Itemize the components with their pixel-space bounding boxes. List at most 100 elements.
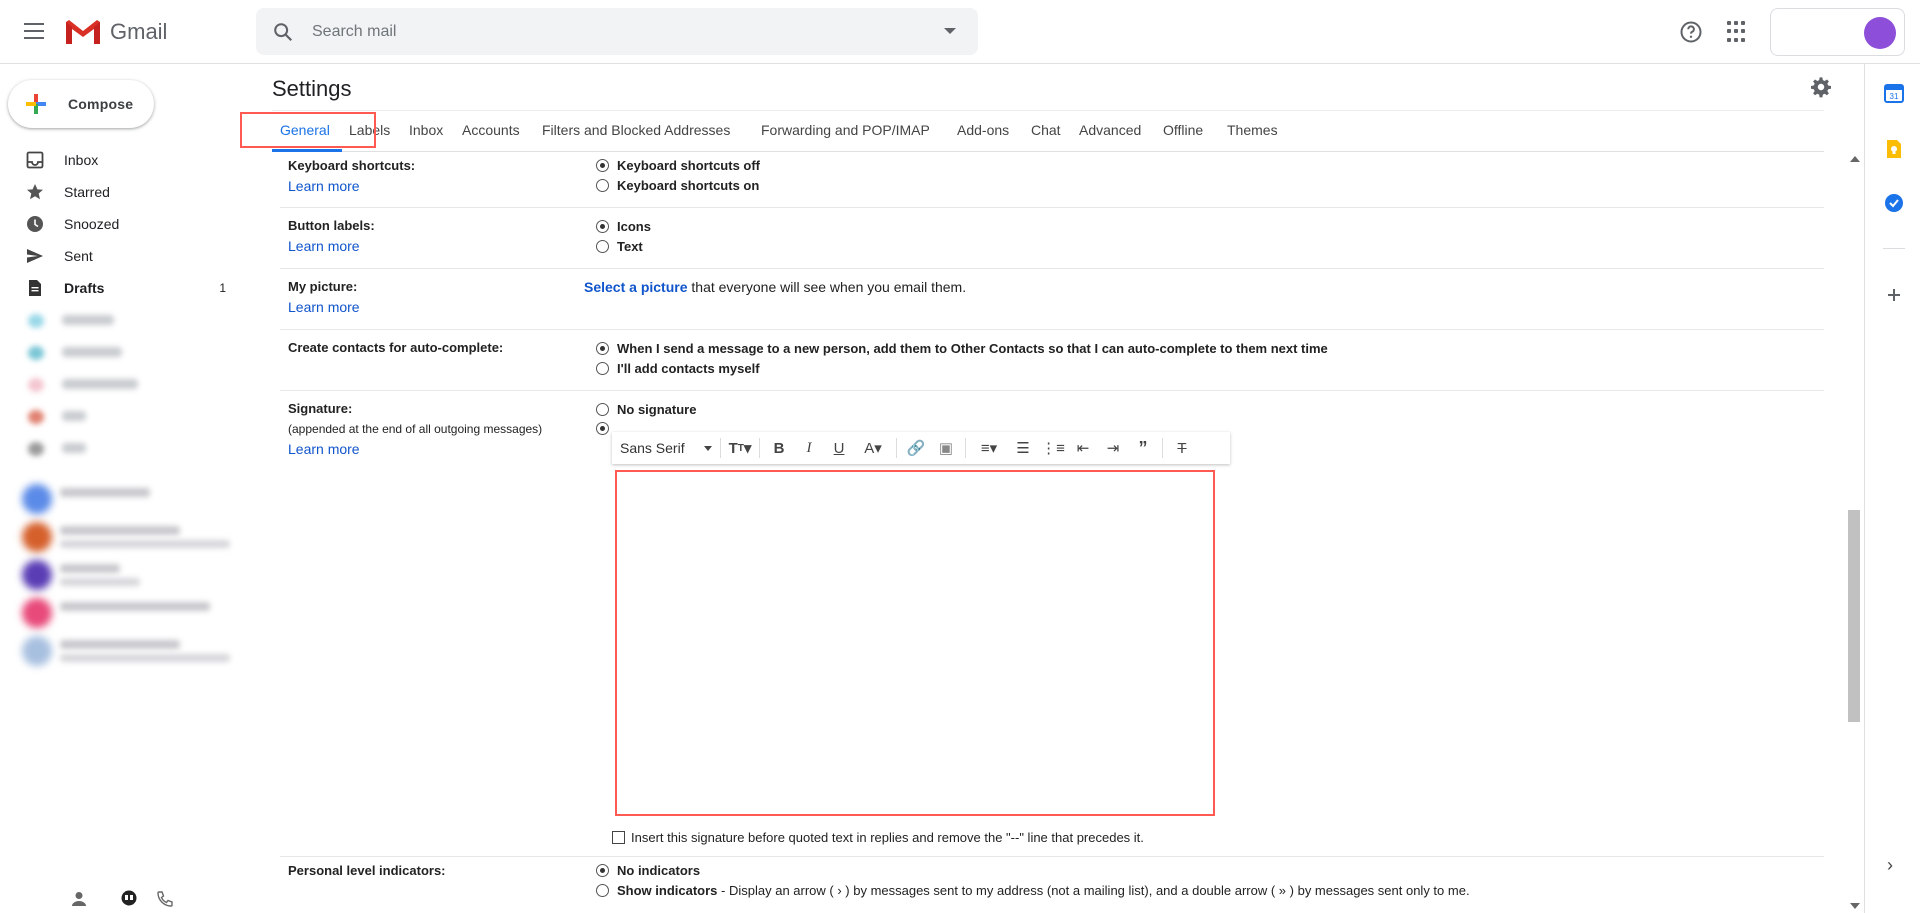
underline-icon[interactable]: U [824, 434, 854, 462]
radio-selected[interactable] [596, 864, 609, 877]
no-indicators-radio[interactable]: No indicators [596, 863, 700, 878]
radio-unselected[interactable] [596, 362, 609, 375]
tab-highlight-box [240, 112, 376, 148]
person-icon[interactable] [70, 890, 88, 908]
sidebar-item-inbox[interactable]: Inbox [0, 144, 240, 176]
radio-unselected[interactable] [596, 240, 609, 253]
help-icon[interactable] [1679, 20, 1703, 44]
hangouts-icon[interactable] [120, 890, 138, 908]
scroll-down-arrow[interactable] [1850, 903, 1860, 909]
contacts-auto-radio[interactable]: When I send a message to a new person, a… [596, 341, 1328, 356]
insert-signature-option[interactable]: Insert this signature before quoted text… [612, 830, 1144, 845]
blurred-label-item[interactable] [0, 336, 240, 368]
numbered-list-icon[interactable]: ☰ [1008, 434, 1038, 462]
search-icon[interactable] [272, 21, 294, 43]
bulleted-list-icon[interactable]: ⋮≡ [1038, 434, 1068, 462]
chat-contact[interactable] [0, 594, 240, 632]
learn-more-link[interactable]: Learn more [288, 441, 360, 457]
text-size-icon[interactable]: T T ▾ [725, 434, 755, 462]
text-color-icon[interactable]: A▾ [854, 434, 892, 462]
signature-editor[interactable] [615, 470, 1215, 816]
bold-icon[interactable]: B [764, 434, 794, 462]
tab-accounts[interactable]: Accounts [462, 122, 520, 138]
radio-selected[interactable] [596, 159, 609, 172]
top-header: Gmail [0, 0, 1920, 64]
button-labels-text-radio[interactable]: Text [596, 239, 643, 254]
tab-addons[interactable]: Add-ons [957, 122, 1009, 138]
radio-unselected[interactable] [596, 179, 609, 192]
show-indicators-radio[interactable]: Show indicators - Display an arrow ( › )… [596, 883, 1470, 898]
gmail-logo[interactable]: Gmail [64, 15, 167, 49]
indent-less-icon[interactable]: ⇤ [1068, 434, 1098, 462]
compose-button[interactable]: Compose [8, 80, 154, 128]
scroll-up-arrow[interactable] [1850, 156, 1860, 162]
button-labels-icons-radio[interactable]: Icons [596, 219, 651, 234]
keyboard-shortcuts-off-radio[interactable]: Keyboard shortcuts off [596, 158, 760, 173]
radio-selected[interactable] [596, 422, 609, 435]
quote-icon[interactable]: ” [1128, 434, 1158, 462]
radio-unselected[interactable] [596, 884, 609, 897]
phone-icon[interactable] [156, 890, 174, 908]
chat-contact[interactable] [0, 556, 240, 594]
app-name: Gmail [110, 19, 168, 44]
search-input[interactable] [312, 20, 872, 44]
contacts-manual-radio[interactable]: I'll add contacts myself [596, 361, 760, 376]
scroll-thumb[interactable] [1848, 510, 1860, 722]
sidebar-item-drafts[interactable]: Drafts 1 [0, 272, 240, 304]
tab-offline[interactable]: Offline [1163, 122, 1203, 138]
learn-more-link[interactable]: Learn more [288, 299, 360, 315]
tab-chat[interactable]: Chat [1031, 122, 1061, 138]
gear-icon[interactable] [1810, 76, 1832, 98]
inbox-icon [26, 151, 44, 169]
google-apps-icon[interactable] [1727, 21, 1749, 43]
insert-signature-checkbox[interactable] [612, 831, 625, 844]
chat-contact[interactable] [0, 632, 240, 670]
link-icon[interactable]: 🔗 [901, 434, 931, 462]
no-signature-radio[interactable]: No signature [596, 402, 696, 417]
tab-inbox[interactable]: Inbox [409, 122, 443, 138]
settings-scrollbar[interactable] [1846, 152, 1862, 913]
font-family-dropdown[interactable]: Sans Serif [620, 440, 716, 456]
settings-tabs: General Labels Inbox Accounts Filters an… [272, 110, 1824, 152]
learn-more-link[interactable]: Learn more [288, 178, 360, 194]
calendar-icon[interactable]: 31 [1884, 83, 1904, 103]
add-addon-icon[interactable] [1884, 285, 1904, 305]
italic-icon[interactable]: I [794, 434, 824, 462]
indent-more-icon[interactable]: ⇥ [1098, 434, 1128, 462]
setting-keyboard-shortcuts: Keyboard shortcuts: Learn more Keyboard … [280, 152, 1824, 208]
sidebar-item-snoozed[interactable]: Snoozed [0, 208, 240, 240]
account-switcher[interactable] [1770, 8, 1905, 56]
learn-more-link[interactable]: Learn more [288, 238, 360, 254]
tab-forwarding[interactable]: Forwarding and POP/IMAP [761, 122, 930, 138]
sidebar-item-sent[interactable]: Sent [0, 240, 240, 272]
search-options-icon[interactable] [944, 28, 956, 34]
avatar[interactable] [1864, 17, 1896, 49]
tab-filters[interactable]: Filters and Blocked Addresses [542, 122, 730, 138]
main-menu-icon[interactable] [20, 18, 50, 46]
blurred-label-item[interactable] [0, 400, 240, 432]
chat-contact[interactable] [0, 518, 240, 556]
toolbar-divider [1162, 438, 1163, 458]
image-icon[interactable]: ▣ [931, 434, 961, 462]
tasks-icon[interactable] [1884, 193, 1904, 213]
blurred-label-item[interactable] [0, 432, 240, 464]
align-icon[interactable]: ≡▾ [970, 434, 1008, 462]
drafts-count: 1 [219, 281, 226, 295]
blurred-label-item[interactable] [0, 304, 240, 336]
tab-themes[interactable]: Themes [1227, 122, 1278, 138]
sidebar-item-label: Snoozed [64, 216, 120, 232]
blurred-label-item[interactable] [0, 368, 240, 400]
chat-contact[interactable] [0, 480, 240, 518]
keep-icon[interactable] [1884, 139, 1904, 159]
keyboard-shortcuts-on-radio[interactable]: Keyboard shortcuts on [596, 178, 759, 193]
search-bar[interactable] [256, 8, 978, 55]
radio-selected[interactable] [596, 220, 609, 233]
sidebar-item-starred[interactable]: Starred [0, 176, 240, 208]
radio-unselected[interactable] [596, 403, 609, 416]
select-picture-link[interactable]: Select a picture [584, 279, 688, 295]
radio-selected[interactable] [596, 342, 609, 355]
signature-sublabel: (appended at the end of all outgoing mes… [288, 422, 543, 436]
chevron-right-icon[interactable]: › [1887, 855, 1893, 876]
tab-advanced[interactable]: Advanced [1079, 122, 1141, 138]
remove-formatting-icon[interactable]: T [1167, 434, 1197, 462]
